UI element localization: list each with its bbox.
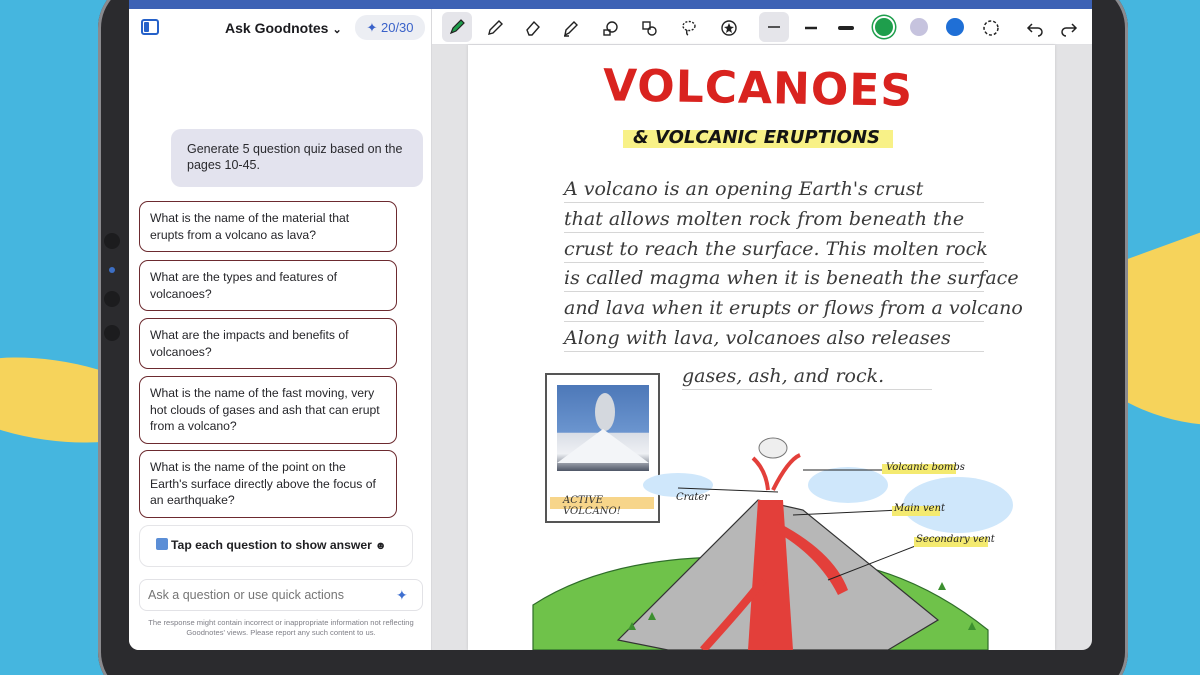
disclaimer-text: The response might contain incorrect or … xyxy=(148,618,414,637)
user-prompt-bubble: Generate 5 question quiz based on the pa… xyxy=(171,129,423,187)
medium-stroke-option[interactable] xyxy=(800,17,822,39)
quiz-question-3[interactable]: What are the impacts and benefits of vol… xyxy=(139,318,397,369)
lasso-icon[interactable] xyxy=(678,17,700,39)
annotation-main-vent: Main vent xyxy=(894,503,946,514)
credits-badge[interactable]: ✦ 20/30 xyxy=(355,15,425,40)
quiz-question-1[interactable]: What is the name of the material that er… xyxy=(139,201,397,252)
doc-title: VOLCANOES xyxy=(602,60,914,117)
doc-subtitle: & VOLCANIC ERUPTIONS xyxy=(633,127,880,148)
toolbar xyxy=(432,9,1092,45)
annotation-secondary-vent: Secondary vent xyxy=(916,534,995,545)
thin-stroke-option[interactable] xyxy=(759,12,789,42)
chevron-down-icon: ⌄ xyxy=(332,24,342,36)
doc-text-line: that allows molten rock from beneath the xyxy=(564,208,984,233)
doc-text-line: crust to reach the surface. This molten … xyxy=(564,238,988,263)
shapes-icon[interactable] xyxy=(600,17,622,39)
quiz-question-4[interactable]: What is the name of the fast moving, ver… xyxy=(139,376,397,444)
color-swatch-blue[interactable] xyxy=(946,18,964,36)
add-color-icon[interactable] xyxy=(980,17,1002,39)
stickers-icon[interactable] xyxy=(718,17,740,39)
hint-text: Tap each question to show answer xyxy=(171,538,372,552)
quiz-question-5[interactable]: What is the name of the point on the Ear… xyxy=(139,450,397,518)
undo-icon[interactable] xyxy=(1024,17,1046,39)
doc-text-line: and lava when it erupts or flows from a … xyxy=(564,297,1023,322)
doc-text-line: is called magma when it is beneath the s… xyxy=(564,267,1019,292)
ask-input[interactable] xyxy=(139,579,423,611)
quiz-question-2[interactable]: What are the types and features of volca… xyxy=(139,260,397,311)
status-bar xyxy=(129,0,1092,9)
credits-count: 20/30 xyxy=(380,20,414,35)
eraser-icon[interactable] xyxy=(522,17,544,39)
doc-text-line: Along with lava, volcanoes also releases xyxy=(564,327,984,352)
color-swatch-lavender[interactable] xyxy=(910,18,928,36)
annotation-crater: Crater xyxy=(676,492,710,503)
doc-text-line: gases, ash, and rock. xyxy=(682,365,932,390)
highlighter-icon[interactable] xyxy=(560,17,582,39)
notebook-page[interactable]: VOLCANOES & VOLCANIC ERUPTIONS A volcano… xyxy=(468,45,1055,650)
panel-header: Ask Goodnotes ⌄ ✦ 20/30 xyxy=(129,9,432,47)
side-buttons xyxy=(104,233,124,359)
hint-card: Tap each question to show answer ☻ xyxy=(139,525,413,567)
magic-wand-icon[interactable]: ✦ xyxy=(396,587,412,603)
elements-icon[interactable] xyxy=(638,17,660,39)
color-swatch-green[interactable] xyxy=(875,18,893,36)
annotation-volcanic-bombs: Volcanic bombs xyxy=(886,462,965,473)
doc-text-line: A volcano is an opening Earth's crust xyxy=(564,178,984,203)
sidebar-toggle-icon[interactable] xyxy=(141,19,159,35)
panel-title[interactable]: Ask Goodnotes ⌄ xyxy=(225,20,342,36)
pointer-emoji-icon xyxy=(156,538,168,550)
detective-emoji-icon: ☻ xyxy=(374,540,387,552)
pen-icon[interactable] xyxy=(442,12,472,42)
thick-stroke-option[interactable] xyxy=(835,17,857,39)
ask-goodnotes-panel: Ask Goodnotes ⌄ ✦ 20/30 Generate 5 questi… xyxy=(129,9,432,650)
redo-icon[interactable] xyxy=(1058,17,1080,39)
screen: Ask Goodnotes ⌄ ✦ 20/30 Generate 5 questi… xyxy=(129,0,1092,650)
pencil-icon[interactable] xyxy=(484,17,506,39)
